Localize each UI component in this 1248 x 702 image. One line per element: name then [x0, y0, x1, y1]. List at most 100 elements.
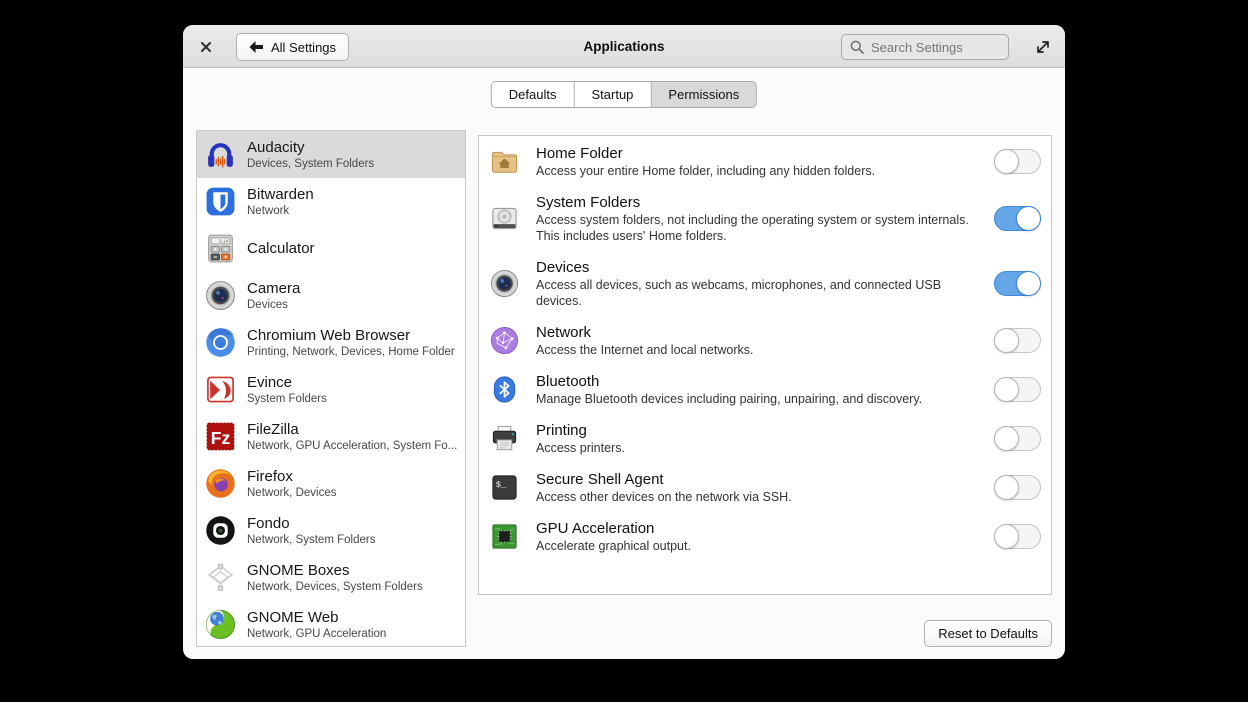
gnome-web-icon	[204, 608, 237, 641]
app-name: Firefox	[247, 468, 336, 486]
app-name: Evince	[247, 374, 327, 392]
reset-button-label: Reset to Defaults	[938, 626, 1038, 641]
app-row-audacity[interactable]: Audacity Devices, System Folders	[197, 131, 465, 178]
app-permissions-summary: Network, GPU Acceleration, System Fo...	[247, 439, 457, 453]
app-name: FileZilla	[247, 421, 457, 439]
filezilla-icon: Fz	[204, 420, 237, 453]
app-permissions-summary: Network, Devices	[247, 486, 336, 500]
toggle-knob	[994, 377, 1019, 402]
search-input[interactable]: Search Settings	[841, 34, 1009, 60]
bitwarden-icon	[204, 185, 237, 218]
bluetooth-toggle[interactable]	[994, 377, 1041, 402]
permission-description: Accelerate graphical output.	[536, 538, 978, 554]
search-icon	[850, 40, 864, 54]
app-row-bitwarden[interactable]: Bitwarden Network	[197, 178, 465, 225]
expand-icon	[1034, 38, 1052, 56]
permission-row-network: Network Access the Internet and local ne…	[479, 316, 1051, 365]
app-row-fondo[interactable]: Fondo Network, System Folders	[197, 507, 465, 554]
permission-title: Home Folder	[536, 144, 978, 163]
permission-row-printing: Printing Access printers.	[479, 414, 1051, 463]
printing-toggle[interactable]	[994, 426, 1041, 451]
tab-defaults[interactable]: Defaults	[492, 82, 575, 107]
app-permissions-summary: Network	[247, 204, 314, 218]
system-folders-toggle[interactable]	[994, 206, 1041, 231]
back-arrow-icon	[249, 41, 263, 53]
svg-text:$_: $_	[496, 480, 507, 490]
toggle-knob	[994, 149, 1019, 174]
expand-button[interactable]	[1034, 38, 1052, 56]
svg-text:Fz: Fz	[211, 428, 231, 448]
permission-title: Bluetooth	[536, 372, 978, 391]
ssh-toggle[interactable]	[994, 475, 1041, 500]
audacity-icon	[204, 138, 237, 171]
home-folder-toggle[interactable]	[994, 149, 1041, 174]
calculator-icon: 3.14	[204, 232, 237, 265]
app-name: Camera	[247, 280, 300, 298]
app-list: Audacity Devices, System Folders Bitward…	[196, 130, 466, 647]
ssh-icon: $_	[489, 472, 520, 503]
permission-description: Access printers.	[536, 440, 978, 456]
permission-description: Access the Internet and local networks.	[536, 342, 978, 358]
toggle-knob	[994, 524, 1019, 549]
printing-icon	[489, 423, 520, 454]
app-row-evince[interactable]: Evince System Folders	[197, 366, 465, 413]
app-permissions-summary: Network, System Folders	[247, 533, 375, 547]
app-permissions-summary: System Folders	[247, 392, 327, 406]
app-name: Audacity	[247, 139, 374, 157]
home-folder-icon	[489, 146, 520, 177]
app-row-filezilla[interactable]: Fz FileZilla Network, GPU Acceleration, …	[197, 413, 465, 460]
devices-toggle[interactable]	[994, 271, 1041, 296]
tab-startup[interactable]: Startup	[574, 82, 651, 107]
permission-title: GPU Acceleration	[536, 519, 978, 538]
app-permissions-summary: Devices, System Folders	[247, 157, 374, 171]
gnome-boxes-icon	[204, 561, 237, 594]
app-permissions-summary: Network, GPU Acceleration	[247, 627, 386, 641]
chromium-icon	[204, 326, 237, 359]
close-icon	[200, 41, 212, 53]
reset-to-defaults-button[interactable]: Reset to Defaults	[924, 620, 1052, 647]
app-row-camera[interactable]: Camera Devices	[197, 272, 465, 319]
permission-description: Access system folders, not including the…	[536, 212, 978, 244]
permission-row-gpu: GPU Acceleration Accelerate graphical ou…	[479, 512, 1051, 561]
permission-title: Network	[536, 323, 978, 342]
permission-row-devices: Devices Access all devices, such as webc…	[479, 251, 1051, 316]
permission-row-bluetooth: Bluetooth Manage Bluetooth devices inclu…	[479, 365, 1051, 414]
app-row-calculator[interactable]: 3.14 Calculator	[197, 225, 465, 272]
permission-title: Devices	[536, 258, 978, 277]
permission-row-home-folder: Home Folder Access your entire Home fold…	[479, 136, 1051, 186]
toggle-knob	[1016, 206, 1041, 231]
permission-title: Printing	[536, 421, 978, 440]
app-permissions-summary: Network, Devices, System Folders	[247, 580, 423, 594]
permission-description: Access your entire Home folder, includin…	[536, 163, 978, 179]
gpu-toggle[interactable]	[994, 524, 1041, 549]
svg-text:3.14: 3.14	[219, 239, 229, 245]
app-name: Chromium Web Browser	[247, 327, 455, 345]
all-settings-button[interactable]: All Settings	[236, 33, 349, 61]
view-tabs: Defaults Startup Permissions	[491, 81, 757, 108]
network-icon	[489, 325, 520, 356]
permission-title: System Folders	[536, 193, 978, 212]
all-settings-label: All Settings	[271, 40, 336, 55]
devices-icon	[489, 268, 520, 299]
camera-icon	[204, 279, 237, 312]
fondo-icon	[204, 514, 237, 547]
gpu-icon	[489, 521, 520, 552]
bluetooth-icon	[489, 374, 520, 405]
toggle-knob	[994, 328, 1019, 353]
app-row-chromium[interactable]: Chromium Web Browser Printing, Network, …	[197, 319, 465, 366]
permission-description: Manage Bluetooth devices including pairi…	[536, 391, 978, 407]
tab-permissions[interactable]: Permissions	[651, 82, 756, 107]
app-name: GNOME Boxes	[247, 562, 423, 580]
app-name: Fondo	[247, 515, 375, 533]
app-row-firefox[interactable]: Firefox Network, Devices	[197, 460, 465, 507]
app-permissions-summary: Devices	[247, 298, 300, 312]
app-row-gnome-boxes[interactable]: GNOME Boxes Network, Devices, System Fol…	[197, 554, 465, 601]
close-button[interactable]	[196, 37, 216, 57]
toggle-knob	[994, 475, 1019, 500]
search-placeholder: Search Settings	[871, 40, 963, 55]
app-name: Bitwarden	[247, 186, 314, 204]
app-row-gnome-web[interactable]: GNOME Web Network, GPU Acceleration	[197, 601, 465, 648]
network-toggle[interactable]	[994, 328, 1041, 353]
toggle-knob	[1016, 271, 1041, 296]
system-folders-icon	[489, 203, 520, 234]
